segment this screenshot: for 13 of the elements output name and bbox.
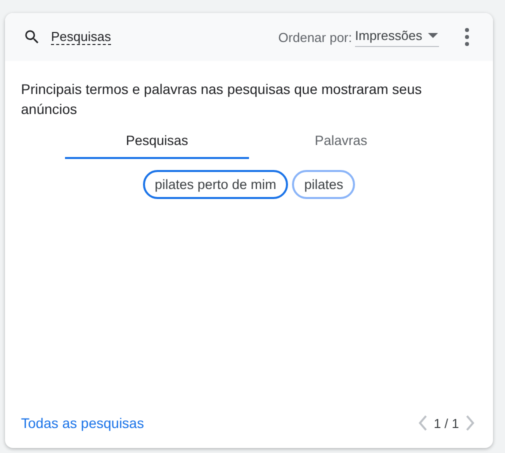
sort-dropdown[interactable]: Impressões [355, 28, 439, 46]
search-icon [23, 28, 41, 46]
all-searches-link[interactable]: Todas as pesquisas [21, 415, 144, 431]
tab[interactable]: Palavras [249, 123, 433, 159]
page-indicator: 1 / 1 [434, 416, 459, 430]
sort-label: Ordenar por: [278, 30, 352, 44]
tab[interactable]: Pesquisas [65, 123, 249, 159]
search-term-chip[interactable]: pilates [292, 170, 356, 199]
more-icon[interactable] [465, 28, 469, 46]
search-term-chip[interactable]: pilates perto de mim [142, 170, 288, 199]
search-label[interactable]: Pesquisas [51, 29, 111, 45]
caret-icon [428, 32, 438, 38]
description: Principais termos e palavras nas pesquisas que mostraram seus anúncios [21, 80, 423, 119]
